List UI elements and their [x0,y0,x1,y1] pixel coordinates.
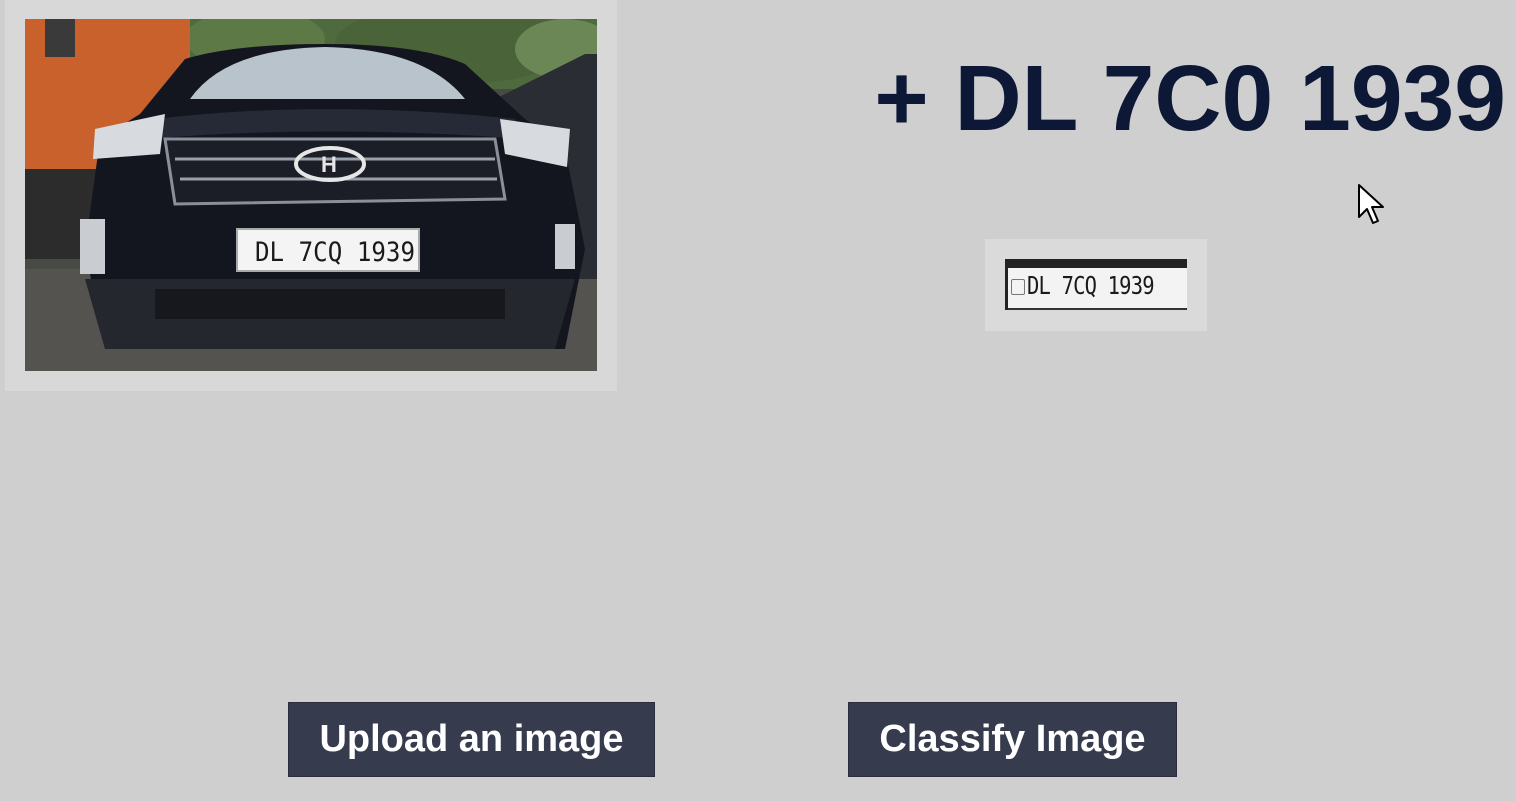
plate-crop-text: DL 7CQ 1939 [1027,271,1155,300]
mouse-pointer-icon [1358,184,1384,224]
uploaded-image-panel: H DL 7CQ 1939 [5,0,617,391]
plate-crop-panel: DL 7CQ 1939 [985,239,1207,331]
svg-text:H: H [321,152,337,177]
classify-image-button[interactable]: Classify Image [848,702,1177,777]
plate-emblem-icon [1011,279,1025,295]
car-photo: H DL 7CQ 1939 [25,19,597,371]
prediction-label: + DL 7C0 1939 [874,46,1506,150]
car-plate-text: DL 7CQ 1939 [255,237,415,268]
upload-image-button[interactable]: Upload an image [288,702,655,777]
plate-crop-image: DL 7CQ 1939 [1005,259,1187,310]
